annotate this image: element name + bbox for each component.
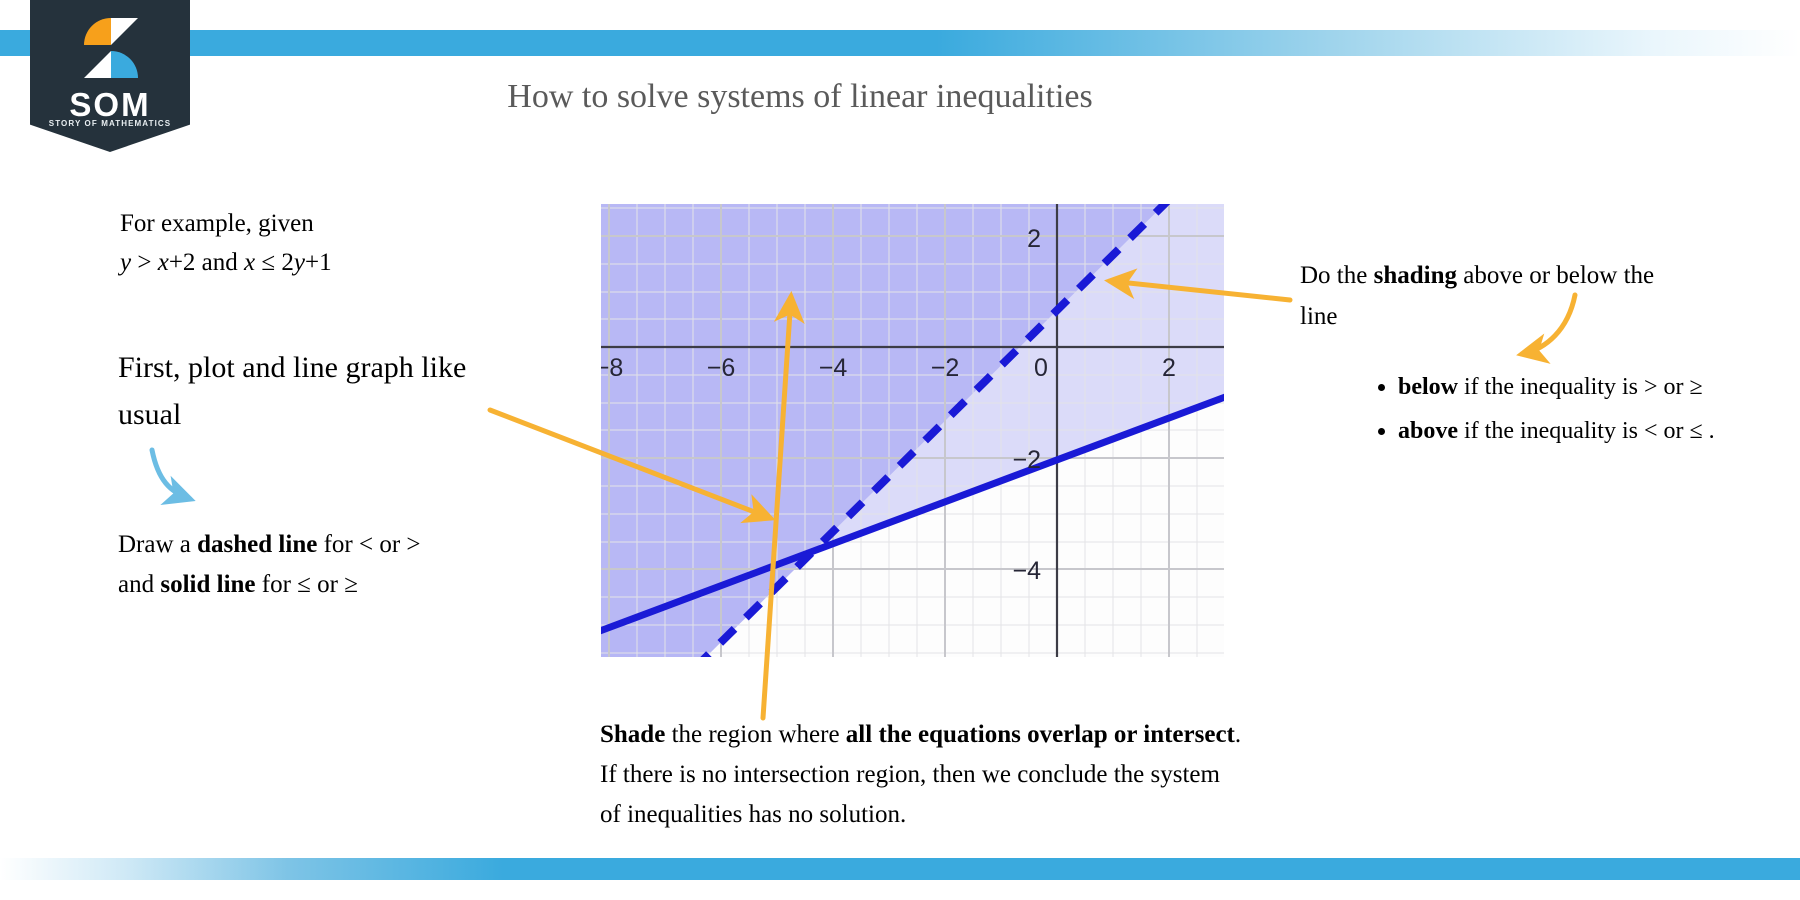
example-text-block: For example, given y > x+2 and x ≤ 2y+1: [120, 205, 450, 283]
bottom-note-line-3: of inequalities has no solution.: [600, 801, 907, 828]
brand-name: SOM: [69, 86, 151, 123]
list-item: below if the inequality is > or ≥: [1398, 368, 1758, 406]
dashed-rule-post: for < or >: [317, 531, 421, 558]
example-op-gt: >: [131, 248, 158, 276]
bottom-note-block: Shade the region where all the equations…: [600, 715, 1450, 835]
example-op-le: ≤ 2: [255, 248, 294, 276]
example-line-1: For example, given: [120, 210, 314, 237]
example-var-x2: x: [244, 248, 256, 276]
som-quarter-circle-s-logo-icon: [84, 18, 138, 78]
solid-rule-pre: and: [118, 571, 161, 598]
x-tick-minus2: −2: [931, 354, 960, 382]
bullet-keyword-above: above: [1398, 418, 1458, 445]
dashed-rule-line: Draw a dashed line for < or >: [118, 525, 538, 565]
x-tick-minus6: −6: [707, 354, 736, 382]
x-tick-minus8: −8: [601, 354, 623, 382]
bullet-keyword-below: below: [1398, 374, 1458, 400]
example-var-x: x: [157, 248, 169, 276]
brand-logo-badge: SOM STORY OF MATHEMATICS: [30, 0, 190, 152]
solid-rule-post: for ≤ or ≥: [255, 571, 358, 598]
bottom-note-line-1: Shade the region where all the equations…: [600, 715, 1450, 755]
dashed-line-label: dashed line: [197, 531, 318, 558]
shading-note-pre: Do the: [1300, 262, 1374, 289]
bottom-note-line-2: If there is no intersection region, then…: [600, 761, 1220, 788]
curved-arrow-blue-icon: [149, 447, 196, 506]
x-tick-minus4: −4: [819, 354, 848, 382]
y-tick-minus4: −4: [1012, 557, 1041, 585]
y-tick-2: 2: [1027, 225, 1041, 253]
shading-note-block: Do the shading above or below the line: [1300, 255, 1660, 338]
shade-keyword: Shade: [600, 721, 666, 748]
graph-svg: −8 −6 −4 −2 0 2 2 −2 −4: [601, 204, 1224, 657]
overlap-keyword: all the equations overlap or intersect: [845, 721, 1235, 748]
bottom-accent-bar: [0, 858, 1800, 880]
dashed-solid-rule-block: Draw a dashed line for < or > and solid …: [118, 525, 538, 605]
solid-rule-line: and solid line for ≤ or ≥: [118, 565, 538, 605]
example-line-2: y > x+2 and x ≤ 2y+1: [120, 244, 450, 283]
example-plus-one: +1: [304, 248, 332, 276]
y-tick-minus2: −2: [1012, 446, 1041, 474]
shading-rules-list: below if the inequality is > or ≥ above …: [1370, 368, 1758, 457]
example-var-y: y: [120, 248, 132, 276]
example-var-y2: y: [293, 248, 305, 276]
list-item: above if the inequality is < or ≤ .: [1398, 412, 1758, 450]
example-plus-two: +2 and: [168, 248, 245, 276]
page-title: How to solve systems of linear inequalit…: [507, 78, 1093, 115]
bullet-text-above: if the inequality is < or ≤ .: [1458, 418, 1715, 445]
x-tick-zero: 0: [1034, 354, 1048, 382]
bullet-text-below: if the inequality is > or ≥: [1458, 374, 1703, 400]
brand-tagline: STORY OF MATHEMATICS: [48, 119, 172, 128]
bottom-note-mid: the region where: [665, 721, 846, 748]
first-step-text: First, plot and line graph like usual: [118, 351, 467, 431]
bottom-note-period: .: [1234, 721, 1242, 748]
x-tick-2: 2: [1162, 354, 1176, 382]
shading-keyword: shading: [1373, 262, 1457, 289]
solid-line-label: solid line: [160, 571, 256, 598]
top-accent-bar: [0, 30, 1800, 56]
inequality-graph: −8 −6 −4 −2 0 2 2 −2 −4: [601, 204, 1224, 657]
dashed-rule-pre: Draw a: [118, 531, 198, 558]
